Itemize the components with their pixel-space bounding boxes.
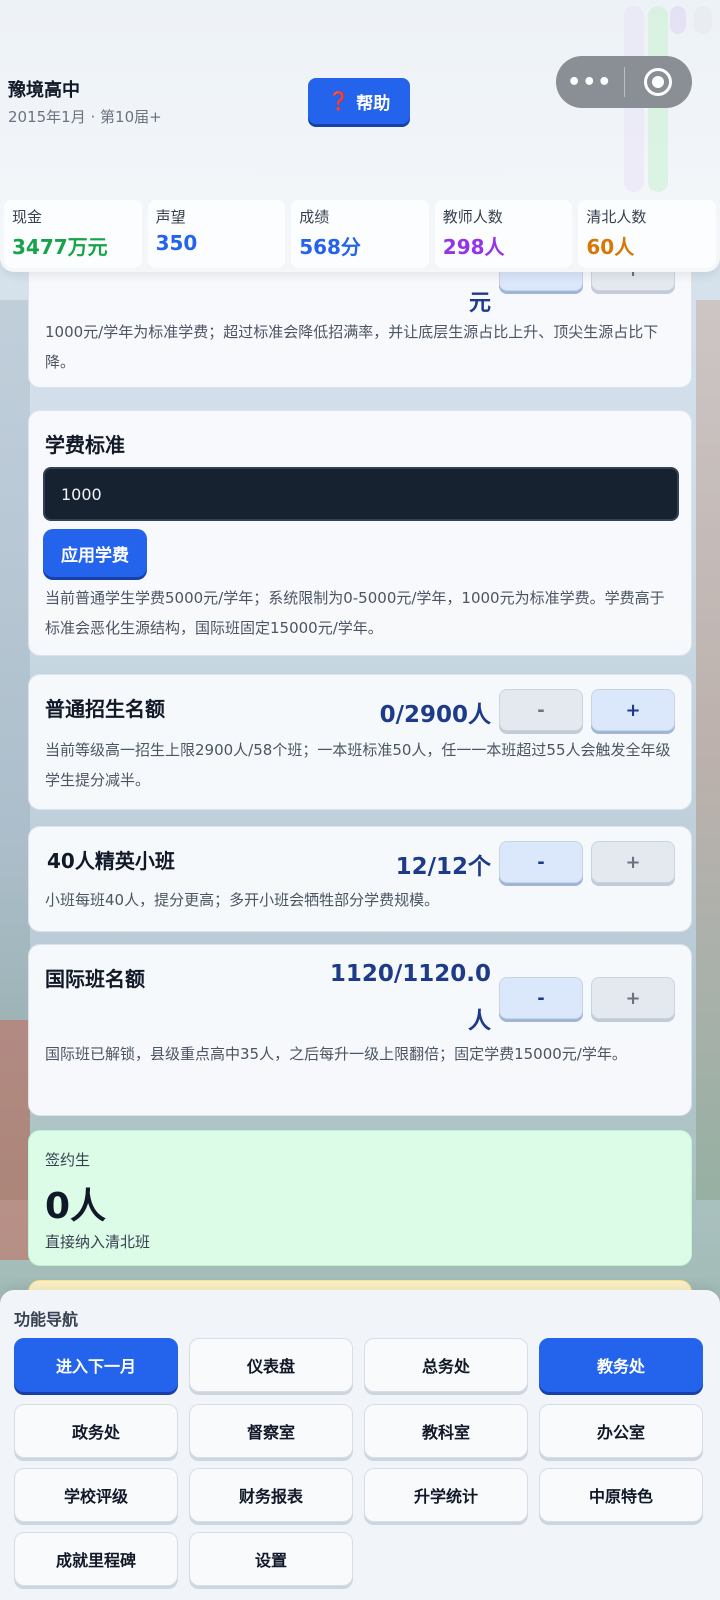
stat-value: 3477万元 (12, 235, 108, 259)
decrease-button[interactable]: - (499, 689, 583, 731)
nav-central-plains-button[interactable]: 中原特色 (539, 1468, 703, 1522)
tuition-value-unit: 元 (468, 291, 491, 316)
enrollment-value: 0/2900人 (379, 702, 491, 728)
nav-school-rating-button[interactable]: 学校评级 (14, 1468, 178, 1522)
decrease-button[interactable]: - (499, 977, 583, 1019)
enrollment-quota-card: 普通招生名额 0/2900人 - + 当前等级高一招生上限2900人/58个班；… (28, 674, 692, 810)
card-description: 1000元/学年为标准学费；超过标准会降低招满率，并让底层生源占比上升、顶尖生源… (45, 323, 659, 371)
nav-political-affairs-button[interactable]: 政务处 (14, 1404, 178, 1458)
stat-value: 60人 (586, 235, 635, 259)
stat-label: 成绩 (299, 208, 330, 226)
signed-label: 签约生 (45, 1151, 91, 1169)
close-target-icon[interactable] (625, 68, 693, 96)
nav-inspection-button[interactable]: 督察室 (189, 1404, 353, 1458)
card-title: 学费标准 (45, 433, 125, 457)
background-building-right (696, 300, 720, 1200)
nav-next-month-button[interactable]: 进入下一月 (14, 1338, 178, 1392)
system-indicator-dot (694, 6, 712, 34)
stat-label: 现金 (12, 208, 43, 226)
card-description: 国际班已解锁，县级重点高中35人，之后每升一级上限翻倍；固定学费15000元/学… (45, 1045, 627, 1063)
decrease-button[interactable]: - (499, 841, 583, 883)
help-button[interactable]: ❓ 帮助 (308, 78, 410, 124)
tuition-standard-card: 学费标准 1000 应用学费 当前普通学生学费5000元/学年；系统限制为0-5… (28, 410, 692, 656)
stat-cash: 现金 3477万元 (4, 200, 142, 268)
nav-admission-stats-button[interactable]: 升学统计 (364, 1468, 528, 1522)
school-name: 豫境高中 (8, 80, 80, 101)
card-description: 当前普通学生学费5000元/学年；系统限制为0-5000元/学年，1000元为标… (45, 589, 665, 637)
tuition-input[interactable]: 1000 (43, 467, 679, 521)
card-description: 小班每班40人，提分更高；多开小班会牺牲部分学费规模。 (45, 891, 440, 909)
stat-label: 教师人数 (442, 208, 503, 226)
more-dots-icon[interactable]: ••• (556, 70, 624, 95)
increase-button[interactable]: + (591, 977, 675, 1019)
card-title: 40人精英小班 (47, 849, 175, 873)
nav-general-affairs-button[interactable]: 总务处 (364, 1338, 528, 1392)
question-icon: ❓ (327, 90, 351, 112)
apply-tuition-button[interactable]: 应用学费 (43, 529, 147, 577)
top-header: 豫境高中 2015年1月 · 第10届+ ❓ 帮助 ••• 现金 3477万元 … (0, 0, 720, 272)
stat-score: 成绩 568分 (291, 200, 429, 268)
signed-value: 0人 (45, 1186, 107, 1227)
international-value-unit: 人 (468, 1008, 491, 1034)
stat-tsinghua-peking: 清北人数 60人 (578, 200, 716, 268)
increase-button[interactable]: + (591, 841, 675, 883)
card-title: 普通招生名额 (45, 697, 165, 721)
signed-students-card: 签约生 0人 直接纳入清北班 (28, 1130, 692, 1266)
nav-academic-affairs-button[interactable]: 教务处 (539, 1338, 703, 1392)
stat-prestige: 声望 350 (147, 200, 286, 268)
nav-settings-button[interactable]: 设置 (189, 1532, 353, 1586)
card-description: 当前等级高一招生上限2900人/58个班；一本班标准50人，任一一本班超过55人… (45, 741, 671, 789)
miniprogram-capsule: ••• (556, 56, 692, 108)
signed-description: 直接纳入清北班 (45, 1233, 151, 1251)
stat-label: 清北人数 (586, 208, 647, 226)
game-date: 2015年1月 · 第10届+ (8, 108, 162, 126)
stat-value: 568分 (299, 235, 361, 259)
stat-value: 298人 (442, 235, 505, 259)
nav-achievements-button[interactable]: 成就里程碑 (14, 1532, 178, 1586)
nav-financial-report-button[interactable]: 财务报表 (189, 1468, 353, 1522)
elite-class-value: 12/12个 (395, 854, 491, 880)
system-indicator-dot (670, 6, 686, 34)
nav-research-button[interactable]: 教科室 (364, 1404, 528, 1458)
card-title: 国际班名额 (45, 967, 145, 991)
help-label: 帮助 (356, 93, 391, 114)
background-track (0, 1020, 30, 1260)
function-navigation: 功能导航 进入下一月 仪表盘 总务处 教务处 政务处 督察室 教科室 办公室 学… (0, 1290, 720, 1600)
nav-office-button[interactable]: 办公室 (539, 1404, 703, 1458)
nav-dashboard-button[interactable]: 仪表盘 (189, 1338, 353, 1392)
increase-button[interactable]: + (591, 689, 675, 731)
elite-class-card: 40人精英小班 12/12个 - + 小班每班40人，提分更高；多开小班会牺牲部… (28, 826, 692, 932)
stats-bar: 现金 3477万元 声望 350 成绩 568分 教师人数 298人 清北人数 … (0, 200, 720, 268)
stat-teachers: 教师人数 298人 (434, 200, 573, 268)
nav-title: 功能导航 (14, 1310, 79, 1329)
stat-value: 350 (155, 231, 198, 255)
stat-label: 声望 (155, 208, 186, 226)
international-value: 1120/1120.0 (329, 961, 491, 987)
international-class-card: 国际班名额 1120/1120.0 人 - + 国际班已解锁，县级重点高中35人… (28, 944, 692, 1116)
